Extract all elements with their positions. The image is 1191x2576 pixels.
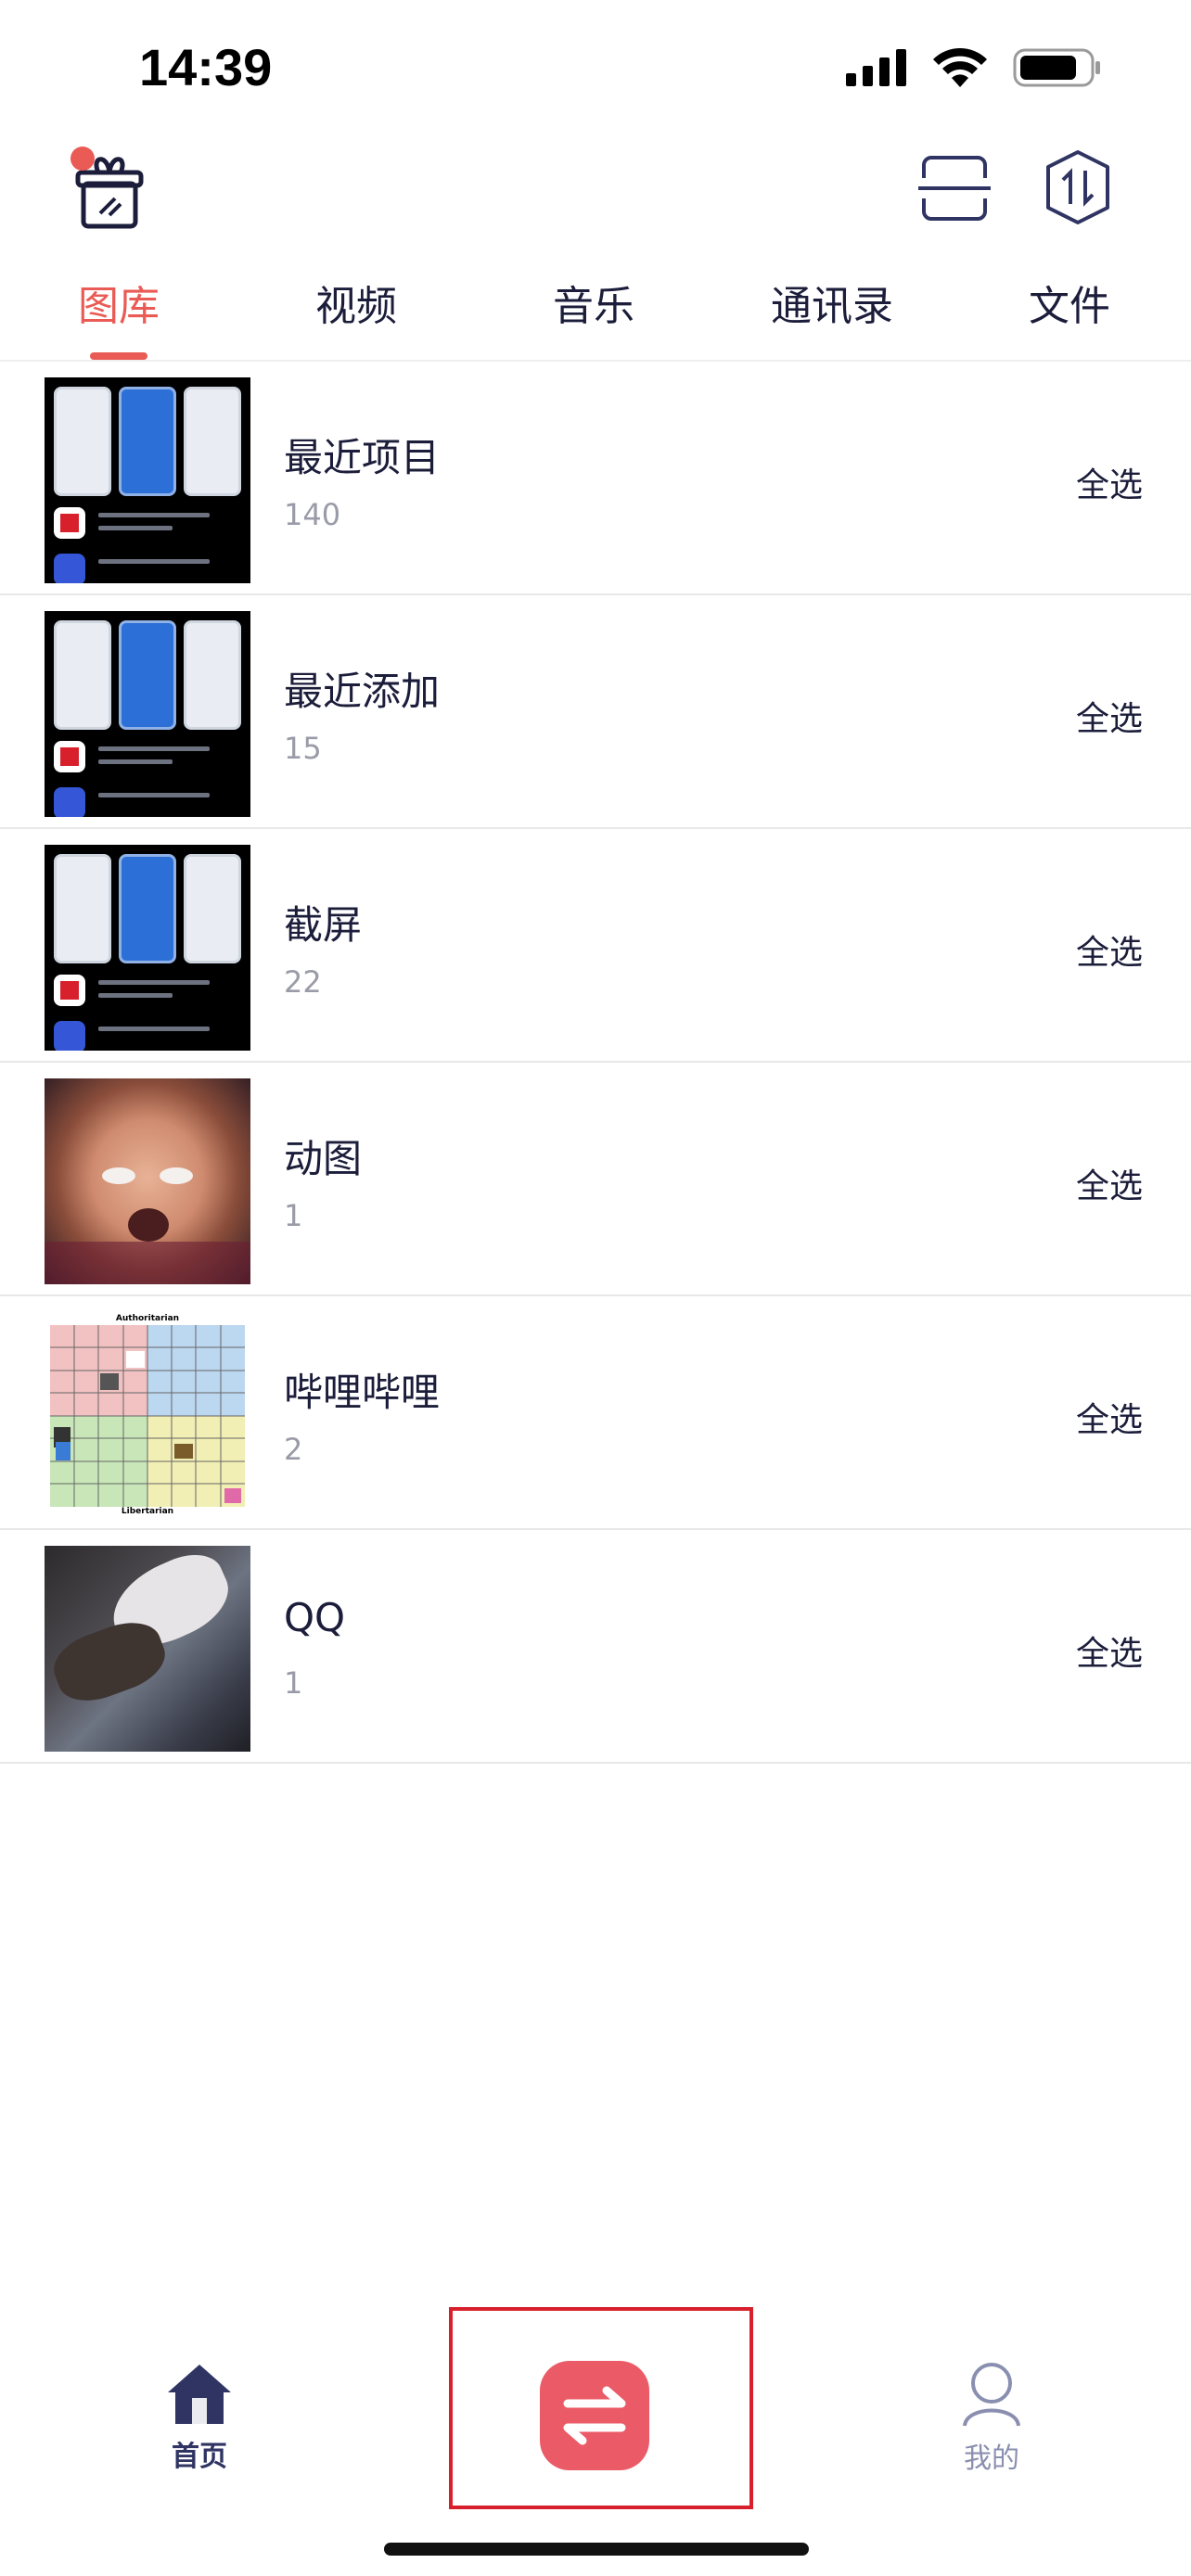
album-name: QQ — [284, 1595, 346, 1640]
album-thumbnail — [45, 1078, 250, 1284]
nav-mine-label: 我的 — [964, 2442, 1019, 2475]
select-all-button[interactable]: 全选 — [1076, 925, 1143, 974]
category-tabs: 图库 视频 音乐 通讯录 文件 — [0, 256, 1191, 362]
bottom-nav-bar: 首页 我的 — [0, 2290, 1191, 2576]
status-time: 14:39 — [139, 38, 273, 96]
album-row[interactable]: 截屏 22 全选 — [0, 829, 1191, 1063]
tab-files[interactable]: 文件 — [977, 273, 1162, 332]
album-count: 1 — [284, 1665, 303, 1701]
person-icon — [963, 2363, 1020, 2427]
album-thumbnail — [45, 377, 250, 583]
tab-contacts[interactable]: 通讯录 — [739, 273, 925, 332]
grid-caption-top: Authoritarian — [115, 1314, 180, 1323]
wifi-icon — [933, 48, 987, 87]
header — [0, 130, 1191, 250]
home-icon — [168, 2365, 231, 2424]
nav-home[interactable]: 首页 — [158, 2361, 241, 2474]
gift-button[interactable] — [70, 147, 145, 230]
album-thumbnail: Authoritarian Libertarian — [45, 1312, 250, 1518]
album-name: 动图 — [284, 1136, 363, 1181]
album-thumbnail — [45, 611, 250, 817]
album-thumbnail — [45, 845, 250, 1051]
tab-music[interactable]: 音乐 — [501, 273, 686, 332]
album-count: 15 — [284, 731, 322, 766]
active-tab-indicator — [90, 352, 147, 360]
select-all-button[interactable]: 全选 — [1076, 1159, 1143, 1207]
status-icons — [846, 48, 1102, 87]
album-name: 最近添加 — [284, 669, 441, 714]
select-all-button[interactable]: 全选 — [1076, 1626, 1143, 1675]
album-row[interactable]: QQ 1 全选 — [0, 1530, 1191, 1764]
album-name: 截屏 — [284, 902, 363, 948]
grid-caption-bottom: Libertarian — [121, 1507, 174, 1516]
nav-home-label: 首页 — [172, 2441, 227, 2473]
cellular-signal-icon — [846, 49, 906, 86]
tab-gallery[interactable]: 图库 — [26, 273, 211, 332]
album-row[interactable]: Authoritarian Libertarian 哔哩哔哩 2 全选 — [0, 1296, 1191, 1530]
tab-video[interactable]: 视频 — [263, 273, 449, 332]
album-name: 哔哩哔哩 — [284, 1370, 441, 1415]
battery-icon — [1013, 48, 1100, 87]
notification-dot — [70, 147, 95, 171]
album-row[interactable]: 动图 1 全选 — [0, 1063, 1191, 1296]
album-row[interactable]: 最近添加 15 全选 — [0, 595, 1191, 829]
nav-mine[interactable]: 我的 — [950, 2361, 1033, 2476]
select-all-button[interactable]: 全选 — [1076, 692, 1143, 740]
album-count: 2 — [284, 1432, 303, 1467]
album-count: 140 — [284, 497, 341, 532]
album-count: 1 — [284, 1198, 303, 1233]
home-indicator — [384, 2543, 809, 2556]
scan-button[interactable] — [918, 152, 991, 224]
album-name: 最近项目 — [284, 435, 441, 480]
status-bar: 14:39 — [0, 0, 1191, 130]
transfer-button[interactable] — [540, 2361, 649, 2470]
transfer-history-button[interactable] — [1043, 148, 1113, 226]
album-count: 22 — [284, 964, 322, 1000]
transfer-arrows-icon — [563, 2386, 626, 2445]
album-thumbnail — [45, 1546, 250, 1752]
select-all-button[interactable]: 全选 — [1076, 458, 1143, 506]
album-list: 最近项目 140 全选 最近添加 15 全选 截屏 22 全选 动图 1 全选 … — [0, 362, 1191, 1764]
select-all-button[interactable]: 全选 — [1076, 1393, 1143, 1441]
scan-icon — [918, 156, 991, 221]
album-row[interactable]: 最近项目 140 全选 — [0, 362, 1191, 595]
hexagon-swap-icon — [1046, 150, 1109, 224]
app-screen: 14:39 图库 视频 音乐 通讯录 文件 最近项目 140 全选 最近添加 1… — [0, 0, 1191, 2576]
